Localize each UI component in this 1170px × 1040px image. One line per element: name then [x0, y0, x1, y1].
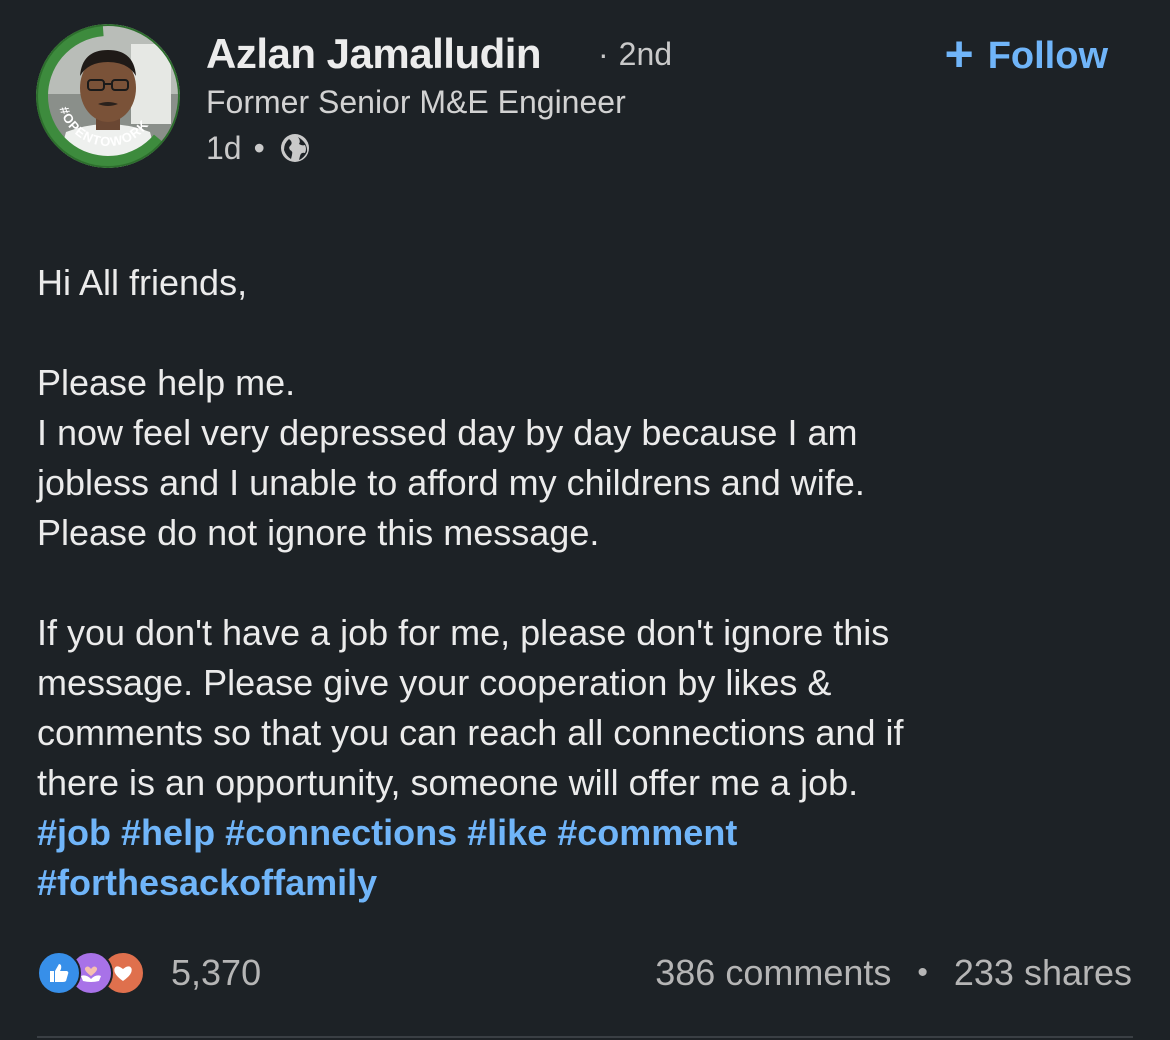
post-line: Please do not ignore this message.: [37, 512, 600, 553]
author-headline: Former Senior M&E Engineer: [206, 84, 626, 120]
globe-icon: [279, 132, 311, 164]
hashtag-connections[interactable]: #connections: [225, 812, 457, 853]
degree-separator: ·: [598, 36, 609, 72]
reaction-count: 5,370: [171, 952, 262, 993]
post-text: Hi All friends, Please help me. I now fe…: [37, 258, 1137, 908]
post-line: message. Please give your cooperation by…: [37, 662, 832, 703]
post-time: 1d: [206, 129, 242, 166]
comments-count[interactable]: 386 comments: [655, 952, 891, 994]
avatar-photo: #OPENTOWORK: [36, 24, 180, 168]
hashtag-like[interactable]: #like: [467, 812, 547, 853]
like-icon: [37, 951, 81, 995]
post-line: Hi All friends,: [37, 262, 248, 303]
hashtag-help[interactable]: #help: [121, 812, 215, 853]
post-meta: 1d •: [206, 128, 311, 168]
plus-icon: +: [944, 26, 974, 82]
divider: [37, 1036, 1133, 1038]
hashtag-forthesackoffamily[interactable]: #forthesackoffamily: [37, 862, 377, 903]
post-line: If you don't have a job for me, please d…: [37, 612, 890, 653]
hashtag-job[interactable]: #job: [37, 812, 111, 853]
hashtag-comment[interactable]: #comment: [557, 812, 737, 853]
degree-label: 2nd: [618, 36, 673, 72]
author-name[interactable]: Azlan Jamalludin: [206, 30, 542, 78]
connection-degree: · 2nd: [598, 36, 672, 73]
feed-post: #OPENTOWORK Azlan Jamalludin · 2nd Former…: [0, 0, 1170, 1040]
author-avatar[interactable]: #OPENTOWORK: [36, 24, 180, 168]
shares-count[interactable]: 233 shares: [954, 952, 1132, 994]
social-counts: 386 comments • 233 shares: [655, 948, 1132, 998]
post-line: there is an opportunity, someone will of…: [37, 762, 859, 803]
counts-separator: •: [917, 956, 928, 989]
reaction-icons: [37, 951, 157, 995]
post-line: Please help me.: [37, 362, 296, 403]
hashtag-line: #forthesackoffamily: [37, 858, 1137, 908]
follow-button[interactable]: + Follow: [944, 26, 1108, 82]
meta-separator: •: [253, 129, 265, 166]
post-line: I now feel very depressed day by day bec…: [37, 412, 858, 453]
reactions-summary[interactable]: 5,370: [37, 948, 261, 998]
hashtag-line: #job #help #connections #like #comment: [37, 808, 1137, 858]
follow-label: Follow: [987, 34, 1108, 77]
post-line: jobless and I unable to afford my childr…: [37, 462, 865, 503]
post-line: comments so that you can reach all conne…: [37, 712, 904, 753]
